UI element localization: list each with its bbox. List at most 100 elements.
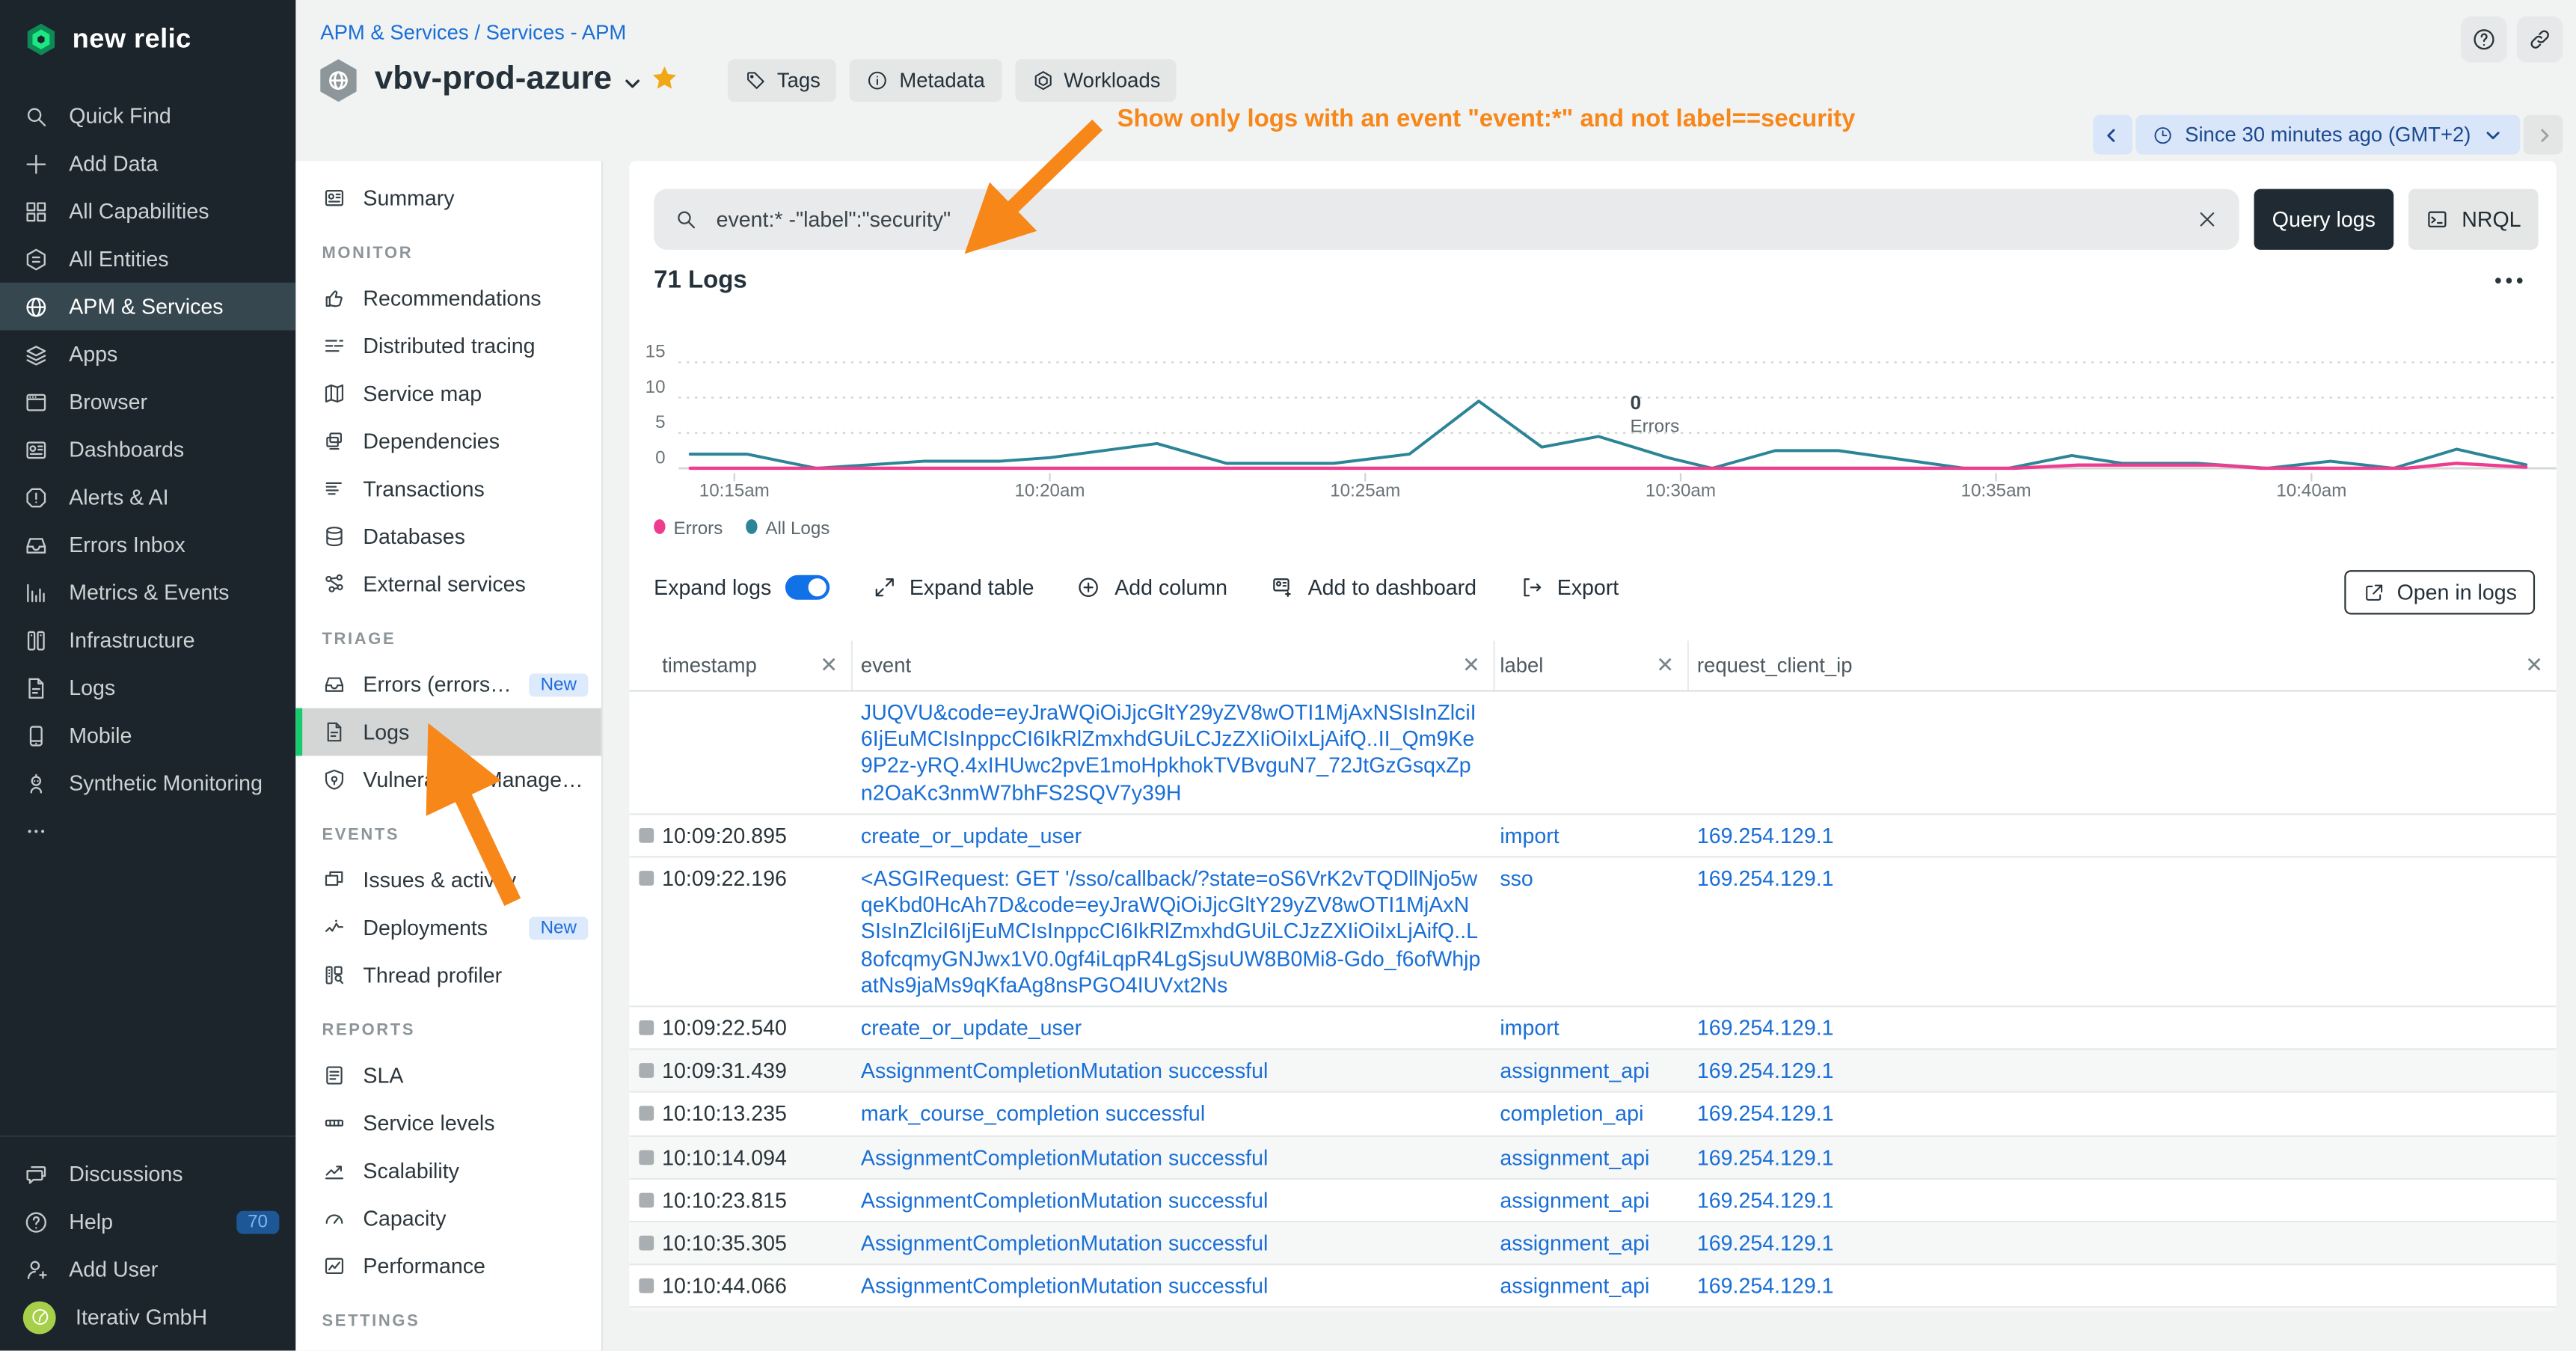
subnav-item-logs[interactable]: Logs xyxy=(295,708,601,756)
log-event-link[interactable]: <ASGIRequest: GET '/sso/callback/?state=… xyxy=(853,858,1495,1006)
column-header-label[interactable]: label✕ xyxy=(1495,641,1689,690)
subnav-item-errors-errors-inb[interactable]: Errors (errors inb...New xyxy=(295,661,601,708)
subnav-item-service-map[interactable]: Service map xyxy=(295,370,601,417)
chevron-down-icon[interactable] xyxy=(623,73,643,93)
sidebar-item-quick-find[interactable]: Quick Find xyxy=(0,92,295,140)
log-label-link[interactable]: completion_api xyxy=(1495,1094,1689,1135)
time-back-button[interactable] xyxy=(2093,115,2132,155)
metadata-button[interactable]: Metadata xyxy=(850,59,1001,102)
breadcrumb-apm-services[interactable]: APM & Services xyxy=(320,22,468,45)
log-label-link[interactable]: completion_api xyxy=(1495,1308,1689,1311)
sidebar-item-dashboards[interactable]: Dashboards xyxy=(0,426,295,474)
log-request-client-ip-link[interactable]: 169.254.129.1 xyxy=(1689,815,2557,856)
sidebar-item-add-data[interactable]: Add Data xyxy=(0,140,295,188)
sidebar-item-add-user[interactable]: Add User xyxy=(0,1246,295,1293)
sidebar-item-infrastructure[interactable]: Infrastructure xyxy=(0,616,295,664)
query-logs-button[interactable]: Query logs xyxy=(2254,189,2393,250)
log-table-row[interactable]: 10:10:49.051mark_course_completion succe… xyxy=(629,1308,2556,1311)
sidebar-item-alerts-ai[interactable]: Alerts & AI xyxy=(0,474,295,521)
row-checkbox[interactable] xyxy=(639,1106,654,1121)
add-column-button[interactable]: Add column xyxy=(1077,575,1227,600)
log-table-row[interactable]: 10:09:31.439AssignmentCompletionMutation… xyxy=(629,1050,2556,1094)
time-forward-button[interactable] xyxy=(2524,115,2563,155)
sidebar-item-errors-inbox[interactable]: Errors Inbox xyxy=(0,521,295,569)
subnav-item-databases[interactable]: Databases xyxy=(295,512,601,560)
log-request-client-ip-link[interactable]: 169.254.129.1 xyxy=(1689,1266,2557,1307)
sidebar-item-mobile[interactable]: Mobile xyxy=(0,711,295,759)
log-table-row[interactable]: 10:10:13.235mark_course_completion succe… xyxy=(629,1094,2556,1137)
copy-link-button[interactable] xyxy=(2517,16,2563,62)
log-label-link[interactable]: assignment_api xyxy=(1495,1050,1689,1091)
workloads-button[interactable]: Workloads xyxy=(1014,59,1177,102)
log-label-link[interactable]: import xyxy=(1495,1007,1689,1048)
help-button[interactable] xyxy=(2461,16,2507,62)
log-label-link[interactable]: import xyxy=(1495,815,1689,856)
row-checkbox[interactable] xyxy=(639,828,654,843)
subnav-item-vulnerability-management[interactable]: Vulnerability Management xyxy=(295,756,601,803)
log-table-row[interactable]: 10:09:20.895create_or_update_userimport1… xyxy=(629,815,2556,858)
subnav-item-deployments[interactable]: DeploymentsNew xyxy=(295,904,601,952)
newrelic-logo[interactable]: new relic xyxy=(0,0,295,56)
log-event-link[interactable]: mark_course_completion successful xyxy=(853,1094,1495,1135)
log-table-row[interactable]: 10:09:22.196<ASGIRequest: GET '/sso/call… xyxy=(629,858,2556,1008)
sidebar-item-iterativ-gmbh[interactable]: Iterativ GmbH xyxy=(0,1293,295,1341)
log-event-link[interactable]: AssignmentCompletionMutation successful xyxy=(853,1222,1495,1263)
tags-button[interactable]: Tags xyxy=(728,59,837,102)
subnav-item-scalability[interactable]: Scalability xyxy=(295,1147,601,1195)
add-to-dashboard-button[interactable]: Add to dashboard xyxy=(1270,575,1476,600)
log-table-row[interactable]: 10:10:44.066AssignmentCompletionMutation… xyxy=(629,1266,2556,1309)
row-checkbox[interactable] xyxy=(639,871,654,886)
entity-name[interactable]: vbv-prod-azure xyxy=(375,61,612,99)
log-event-link[interactable]: create_or_update_user xyxy=(853,1007,1495,1048)
column-header-event[interactable]: event✕ xyxy=(853,641,1495,690)
log-request-client-ip-link[interactable]: 169.254.129.1 xyxy=(1689,1094,2557,1135)
log-event-link[interactable]: AssignmentCompletionMutation successful xyxy=(853,1266,1495,1307)
sidebar-item-apm-services[interactable]: APM & Services xyxy=(0,283,295,331)
nrql-button[interactable]: NRQL xyxy=(2408,189,2539,250)
log-request-client-ip-link[interactable]: 169.254.129.1 xyxy=(1689,1180,2557,1221)
subnav-item-external-services[interactable]: External services xyxy=(295,560,601,608)
legend-item-all-logs[interactable]: All Logs xyxy=(746,519,829,539)
subnav-item-dependencies[interactable]: Dependencies xyxy=(295,417,601,465)
sidebar-item-item[interactable] xyxy=(0,806,295,854)
sidebar-item-logs[interactable]: Logs xyxy=(0,664,295,711)
log-event-link[interactable]: JUQVU&code=eyJraWQiOiJjcGltY29yZV8wOTI1M… xyxy=(853,692,1495,813)
subnav-item-recommendations[interactable]: Recommendations xyxy=(295,275,601,322)
subnav-item-performance[interactable]: Performance xyxy=(295,1242,601,1290)
open-in-logs-button[interactable]: Open in logs xyxy=(2344,570,2535,614)
log-request-client-ip-link[interactable]: 169.254.129.1 xyxy=(1689,1007,2557,1048)
favorite-star-icon[interactable] xyxy=(651,64,678,92)
clear-search-button[interactable] xyxy=(2195,207,2219,232)
column-header-request-client-ip[interactable]: request_client_ip✕ xyxy=(1689,641,2557,690)
log-event-link[interactable]: AssignmentCompletionMutation successful xyxy=(853,1180,1495,1221)
sidebar-item-apps[interactable]: Apps xyxy=(0,330,295,378)
log-request-client-ip-link[interactable] xyxy=(1689,692,2557,813)
log-label-link[interactable]: sso xyxy=(1495,858,1689,1006)
row-checkbox[interactable] xyxy=(639,1064,654,1079)
remove-column-icon[interactable]: ✕ xyxy=(1656,652,1674,678)
expand-logs-toggle[interactable] xyxy=(785,575,829,600)
more-menu-button[interactable]: ••• xyxy=(2494,276,2527,286)
log-table-row[interactable]: JUQVU&code=eyJraWQiOiJjcGltY29yZV8wOTI1M… xyxy=(629,692,2556,815)
log-label-link[interactable]: assignment_api xyxy=(1495,1180,1689,1221)
sidebar-item-help[interactable]: Help70 xyxy=(0,1198,295,1246)
time-range-button[interactable]: Since 30 minutes ago (GMT+2) xyxy=(2135,115,2520,155)
subnav-item-capacity[interactable]: Capacity xyxy=(295,1195,601,1243)
remove-column-icon[interactable]: ✕ xyxy=(1462,652,1480,678)
sidebar-item-metrics-events[interactable]: Metrics & Events xyxy=(0,569,295,616)
log-label-link[interactable]: assignment_api xyxy=(1495,1266,1689,1307)
log-request-client-ip-link[interactable]: 169.254.129.1 xyxy=(1689,1136,2557,1177)
row-checkbox[interactable] xyxy=(639,1236,654,1251)
log-request-client-ip-link[interactable]: 169.254.129.1 xyxy=(1689,1222,2557,1263)
row-checkbox[interactable] xyxy=(639,1020,654,1035)
subnav-item-summary[interactable]: Summary xyxy=(295,174,601,222)
row-checkbox[interactable] xyxy=(639,1278,654,1293)
log-request-client-ip-link[interactable]: 169.254.129.1 xyxy=(1689,1308,2557,1311)
log-request-client-ip-link[interactable]: 169.254.129.1 xyxy=(1689,858,2557,1006)
logs-search-input[interactable] xyxy=(713,206,2180,233)
log-event-link[interactable]: AssignmentCompletionMutation successful xyxy=(853,1050,1495,1091)
sidebar-item-discussions[interactable]: Discussions xyxy=(0,1150,295,1198)
log-event-link[interactable]: AssignmentCompletionMutation successful xyxy=(853,1136,1495,1177)
subnav-item-thread-profiler[interactable]: Thread profiler xyxy=(295,952,601,999)
remove-column-icon[interactable]: ✕ xyxy=(2525,652,2543,678)
